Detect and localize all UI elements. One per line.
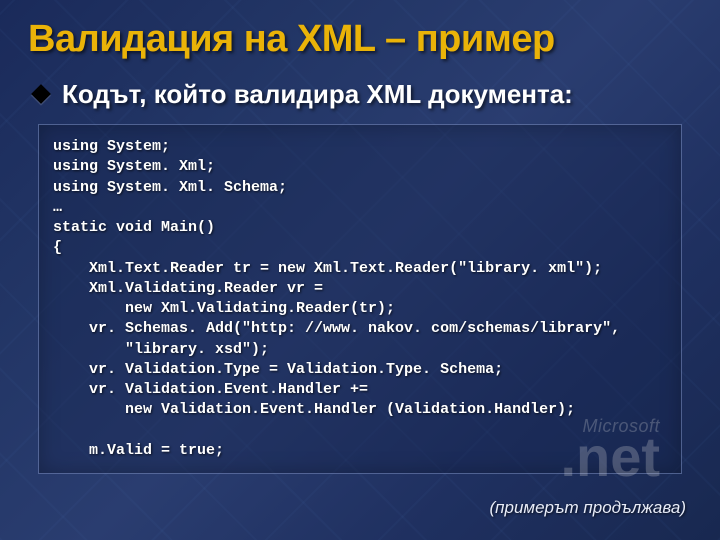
slide-subtitle: Кодът, който валидира XML документа: (62, 79, 573, 110)
diamond-bullet-icon (31, 84, 51, 104)
slide-title: Валидация на XML – пример (28, 18, 692, 61)
code-block: using System; using System. Xml; using S… (38, 124, 682, 474)
bullet-row: Кодът, който валидира XML документа: (28, 79, 692, 110)
continuation-note: (примерът продължава) (489, 498, 686, 518)
slide-container: Валидация на XML – пример Кодът, който в… (0, 0, 720, 540)
